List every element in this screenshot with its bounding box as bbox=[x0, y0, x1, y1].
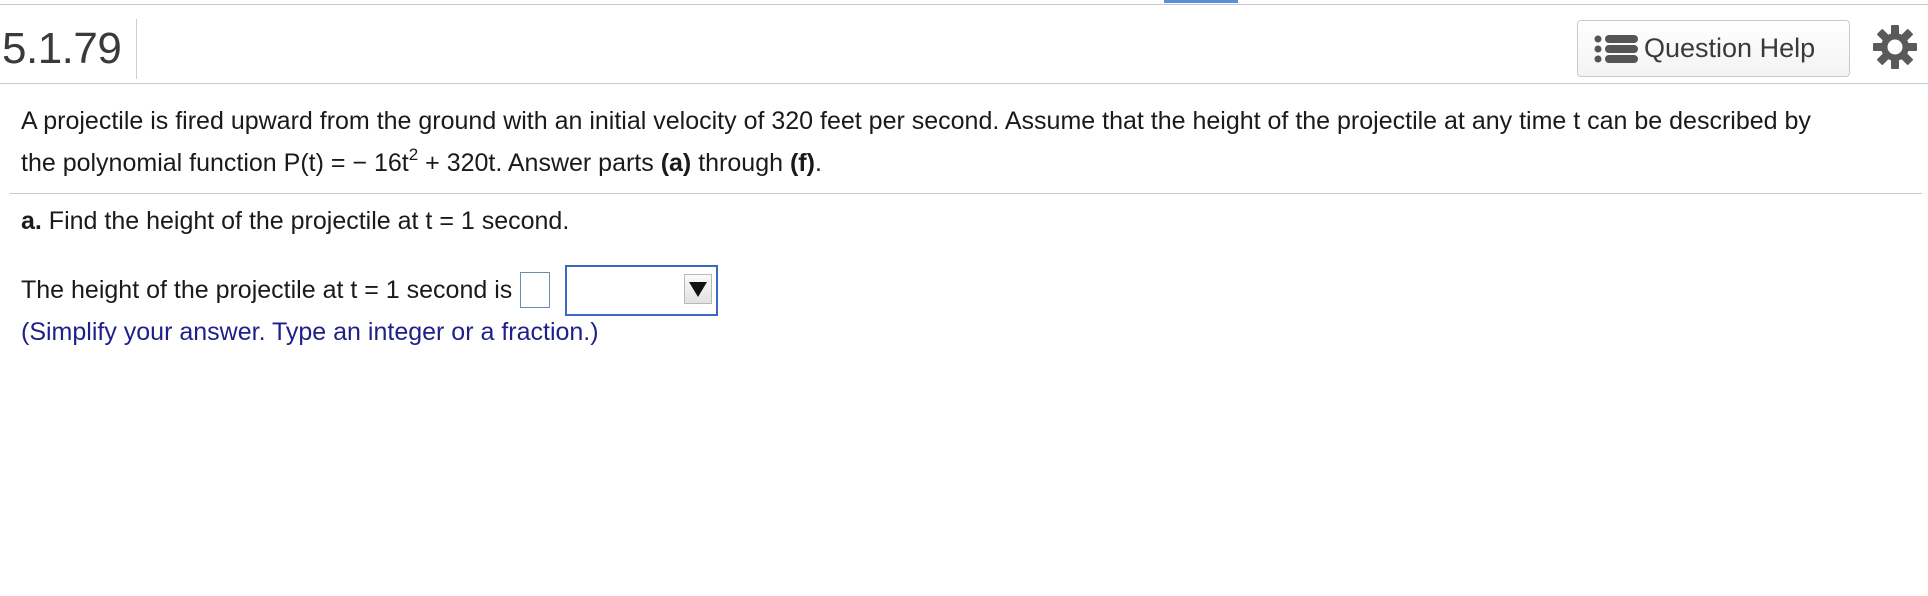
function-text: the polynomial function P(t) = − 16t bbox=[21, 149, 409, 177]
unit-dropdown[interactable] bbox=[565, 264, 719, 316]
question-help-label: Question Help bbox=[1644, 33, 1816, 63]
answer-input[interactable] bbox=[520, 272, 551, 308]
dropdown-arrow-button[interactable] bbox=[684, 273, 713, 304]
part-a-label: a. bbox=[21, 207, 42, 235]
period: . bbox=[814, 149, 822, 177]
problem-line-2: the polynomial function P(t) = − 16t2 + … bbox=[21, 142, 1921, 184]
question-header: 5.1.79 Question Help bbox=[0, 5, 1928, 84]
part-a-text: Find the height of the projectile at t =… bbox=[41, 207, 570, 235]
divider bbox=[10, 193, 1922, 194]
question-number: 5.1.79 bbox=[2, 19, 137, 79]
part-first-label: (a) bbox=[660, 149, 692, 177]
answer-hint: (Simplify your answer. Type an integer o… bbox=[21, 318, 599, 346]
part-last-label: (f) bbox=[789, 149, 815, 177]
problem-line-1: A projectile is fired upward from the gr… bbox=[21, 107, 1811, 135]
top-tab-indicator bbox=[1164, 0, 1238, 3]
part-a-question: a. Find the height of the projectile at … bbox=[21, 204, 569, 238]
triangle-down-icon bbox=[689, 281, 708, 297]
gear-icon[interactable] bbox=[1872, 24, 1918, 70]
list-icon bbox=[1594, 34, 1638, 63]
answer-prompt: The height of the projectile at t = 1 se… bbox=[21, 275, 513, 304]
answer-row: The height of the projectile at t = 1 se… bbox=[21, 264, 719, 316]
question-help-button[interactable]: Question Help bbox=[1577, 20, 1850, 77]
function-rest: + 320t. Answer parts bbox=[418, 149, 661, 177]
through-text: through bbox=[691, 149, 790, 177]
exponent: 2 bbox=[408, 144, 419, 164]
problem-statement: A projectile is fired upward from the gr… bbox=[21, 100, 1921, 184]
